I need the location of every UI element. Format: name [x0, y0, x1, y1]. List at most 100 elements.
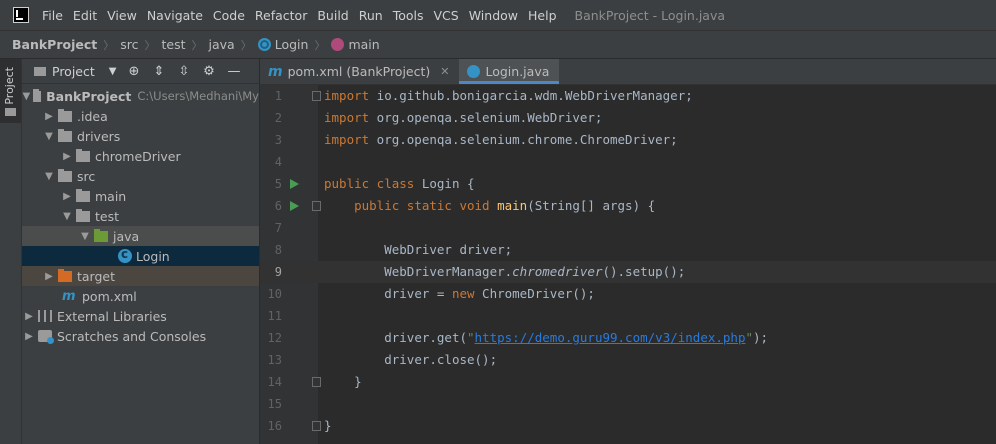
chevron-right-icon[interactable]: ▶ [22, 331, 36, 342]
folder-icon [5, 108, 16, 116]
minimize-icon[interactable]: — [226, 64, 241, 79]
collapse-all-icon[interactable]: ⇳ [176, 64, 191, 79]
project-panel: Project ▼ ⊕ ⇕ ⇳ ⚙ — ▼ BankProject C:\Use… [22, 59, 260, 444]
code-line: 11 [260, 305, 996, 327]
tree-item-scratches[interactable]: ▶ Scratches and Consoles [22, 326, 259, 346]
tree-item-label: java [113, 228, 140, 244]
chevron-down-icon[interactable]: ▼ [78, 231, 92, 242]
menu-edit[interactable]: Edit [73, 8, 97, 23]
code-token: chromedriver [512, 264, 603, 279]
code-token: } [354, 374, 362, 389]
breadcrumb-test[interactable]: test [162, 37, 186, 52]
menu-file[interactable]: File [42, 8, 63, 23]
tab-login-java[interactable]: Login.java [459, 59, 560, 84]
code-line: 6 public static void main(String[] args)… [260, 195, 996, 217]
line-number: 3 [274, 133, 282, 147]
code-token: new [451, 286, 475, 301]
expand-all-icon[interactable]: ⇕ [151, 64, 166, 79]
code-token: ().setup(); [602, 264, 686, 279]
line-number: 4 [274, 155, 282, 169]
chevron-right-icon[interactable]: ▶ [60, 151, 74, 162]
tab-pom-xml[interactable]: m pom.xml (BankProject) ✕ [260, 59, 459, 84]
chevron-right-icon[interactable]: ▶ [42, 111, 56, 122]
code-text: driver = new ChromeDriver(); [324, 283, 595, 305]
tree-item-target[interactable]: ▶ target [22, 266, 259, 286]
close-icon[interactable]: ✕ [440, 65, 449, 78]
code-line: 12 driver.get("https://demo.guru99.com/v… [260, 327, 996, 349]
chevron-down-icon[interactable]: ▼ [42, 171, 56, 182]
menu-window[interactable]: Window [469, 8, 518, 23]
menu-run[interactable]: Run [359, 8, 383, 23]
tree-item-src[interactable]: ▼ src [22, 166, 259, 186]
chevron-down-icon[interactable]: ▼ [109, 66, 117, 77]
breadcrumb-main[interactable]: main [331, 37, 380, 52]
breadcrumb-java[interactable]: java [209, 37, 235, 52]
chevron-right-icon[interactable]: ▶ [42, 271, 56, 282]
chevron-down-icon[interactable]: ▼ [42, 131, 56, 142]
fold-icon[interactable] [312, 377, 321, 387]
folder-icon [32, 88, 42, 102]
code-line: 1 import io.github.bonigarcia.wdm.WebDri… [260, 85, 996, 107]
tree-item-java[interactable]: ▼ java [22, 226, 259, 246]
code-token: public class [324, 176, 415, 191]
run-icon[interactable] [290, 201, 299, 211]
excluded-folder-icon [58, 268, 72, 282]
menu-view[interactable]: View [107, 8, 137, 23]
tool-window-stripe: Project [0, 59, 22, 444]
tree-item-test[interactable]: ▼ test [22, 206, 259, 226]
tree-item-main[interactable]: ▶ main [22, 186, 259, 206]
tree-item-label: Login [136, 248, 170, 264]
menu-code[interactable]: Code [213, 8, 245, 23]
fold-icon[interactable] [312, 91, 321, 101]
code-line: 14 } [260, 371, 996, 393]
code-token: org.openqa.selenium.chrome.ChromeDriver; [369, 132, 678, 147]
tree-item-pom[interactable]: m pom.xml [22, 286, 259, 306]
line-number: 15 [267, 397, 282, 411]
menu-vcs[interactable]: VCS [434, 8, 459, 23]
menu-help[interactable]: Help [528, 8, 557, 23]
project-view-selector[interactable]: Project [52, 64, 95, 79]
class-icon [118, 247, 132, 263]
tree-item-label: target [77, 268, 116, 284]
breadcrumb-project[interactable]: BankProject [12, 37, 97, 52]
menu-navigate[interactable]: Navigate [147, 8, 203, 23]
breadcrumb-src[interactable]: src [120, 37, 138, 52]
menu-bar: File Edit View Navigate Code Refactor Bu… [0, 0, 996, 30]
code-text: WebDriver driver; [324, 239, 512, 261]
chevron-down-icon[interactable]: ▼ [22, 91, 31, 102]
run-icon[interactable] [290, 179, 299, 189]
menu-refactor[interactable]: Refactor [255, 8, 307, 23]
fold-icon[interactable] [312, 201, 321, 211]
tree-item-label: test [95, 208, 120, 224]
code-text: public static void main(String[] args) { [324, 195, 655, 217]
fold-icon[interactable] [312, 421, 321, 431]
code-text: import org.openqa.selenium.chrome.Chrome… [324, 129, 678, 151]
code-line: 4 [260, 151, 996, 173]
line-number: 6 [274, 199, 282, 213]
tree-item-login[interactable]: Login [22, 246, 259, 266]
tree-item-idea[interactable]: ▶ .idea [22, 106, 259, 126]
chevron-right-icon[interactable]: ▶ [60, 191, 74, 202]
chevron-down-icon[interactable]: ▼ [60, 211, 74, 222]
tree-item-drivers[interactable]: ▼ drivers [22, 126, 259, 146]
tree-item-external-libraries[interactable]: ▶ External Libraries [22, 306, 259, 326]
line-number: 16 [267, 419, 282, 433]
code-editor[interactable]: 1 import io.github.bonigarcia.wdm.WebDri… [260, 85, 996, 444]
tree-item-chromedriver[interactable]: ▶ chromeDriver [22, 146, 259, 166]
tree-item-bankproject[interactable]: ▼ BankProject C:\Users\Medhani\My [22, 86, 259, 106]
line-number: 14 [267, 375, 282, 389]
maven-icon: m [268, 63, 283, 80]
tree-item-label: main [95, 188, 127, 204]
breadcrumb-login[interactable]: Login [257, 37, 308, 52]
menu-build[interactable]: Build [317, 8, 348, 23]
gear-icon[interactable]: ⚙ [201, 64, 216, 79]
url-link[interactable]: https://demo.guru99.com/v3/index.php [475, 330, 746, 345]
code-token: driver = [384, 286, 452, 301]
project-tool-tab[interactable]: Project [0, 59, 21, 123]
maven-icon: m [62, 288, 76, 304]
code-text: } [324, 371, 362, 393]
chevron-right-icon[interactable]: ▶ [22, 311, 36, 322]
code-line: 5 public class Login { [260, 173, 996, 195]
menu-tools[interactable]: Tools [393, 8, 424, 23]
locate-icon[interactable]: ⊕ [126, 64, 141, 79]
